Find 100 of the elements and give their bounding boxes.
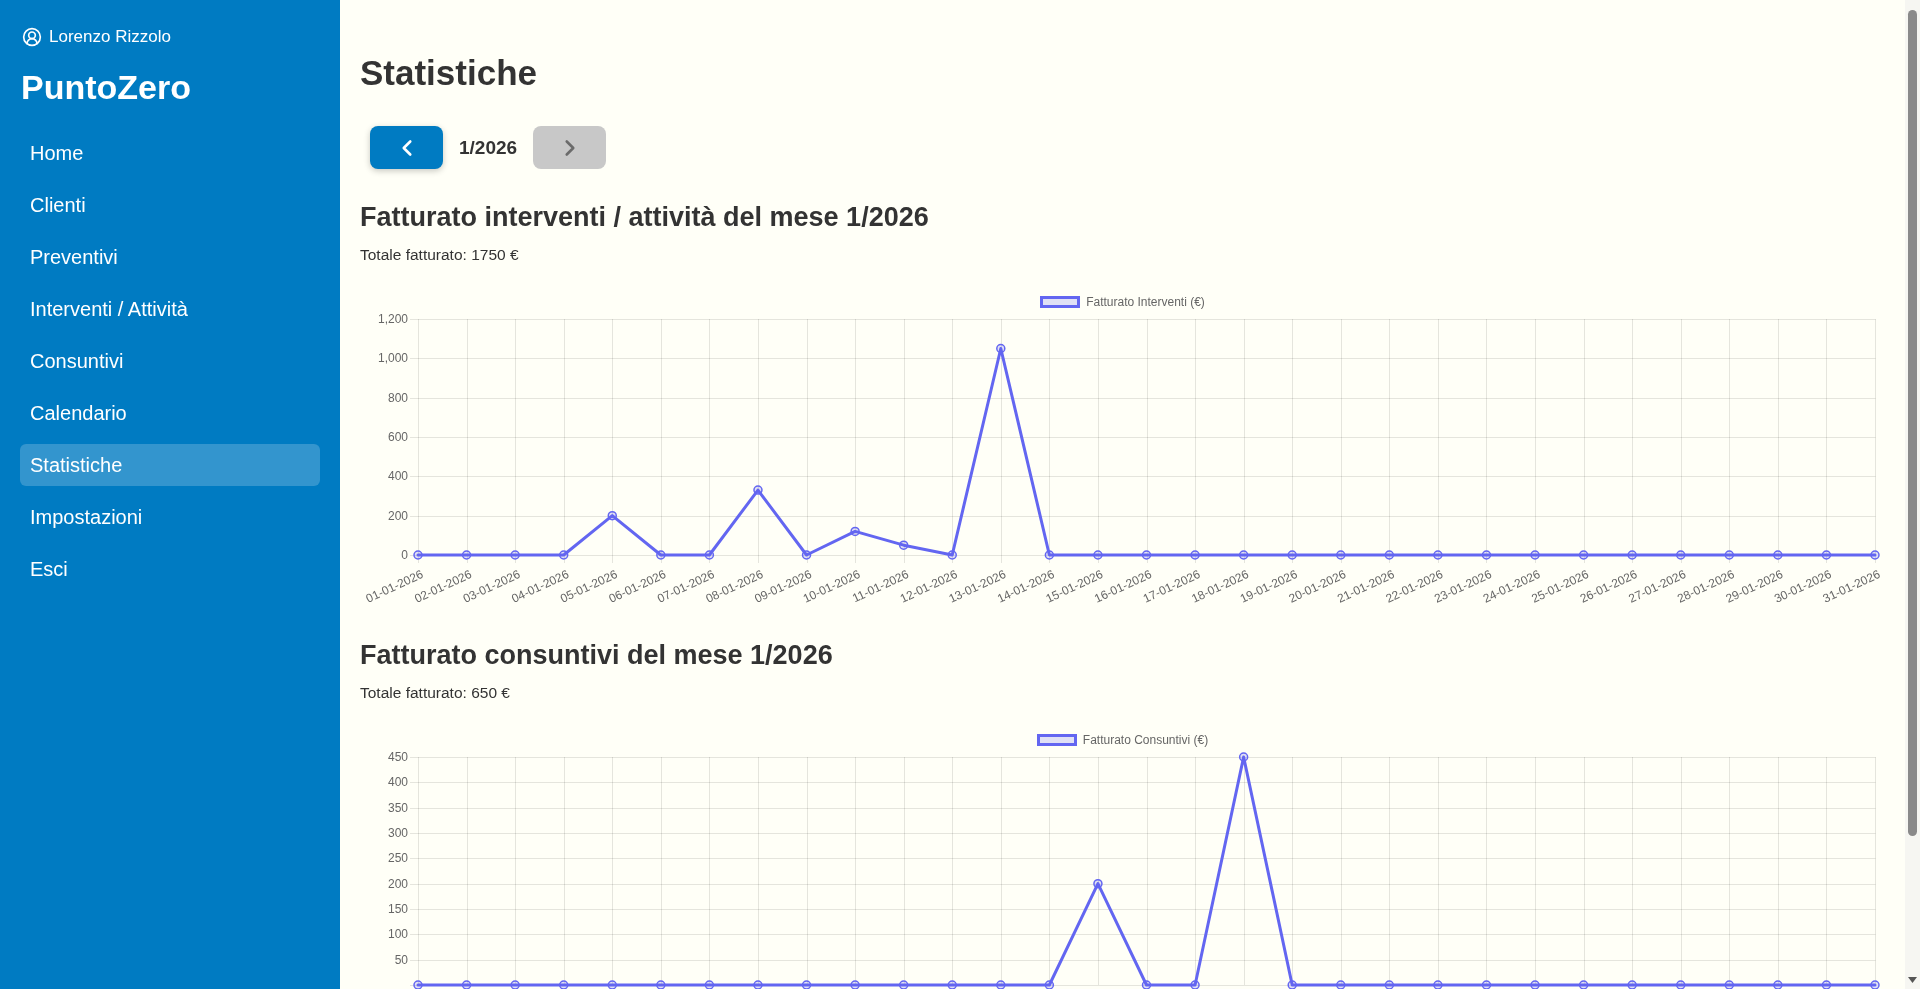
y-axis-label: 400 bbox=[387, 775, 408, 790]
data-point bbox=[1238, 550, 1249, 560]
month-label: 1/2026 bbox=[459, 136, 518, 159]
data-point bbox=[996, 343, 1006, 354]
data-point bbox=[510, 980, 520, 989]
data-point bbox=[656, 980, 666, 989]
data-point bbox=[1287, 980, 1297, 989]
data-point bbox=[947, 980, 957, 989]
legend-swatch-icon bbox=[1036, 734, 1077, 746]
data-point bbox=[1870, 550, 1880, 560]
y-axis-label: 1,000 bbox=[377, 351, 408, 366]
legend-swatch-icon bbox=[1040, 296, 1081, 308]
data-point bbox=[1433, 980, 1443, 989]
data-point bbox=[510, 550, 520, 560]
data-point bbox=[801, 980, 812, 989]
data-point bbox=[607, 980, 617, 989]
nav-item[interactable]: Interventi / Attività bbox=[20, 288, 320, 330]
data-point bbox=[1578, 980, 1589, 989]
scroll-down-icon[interactable] bbox=[1908, 977, 1917, 983]
data-point bbox=[1627, 550, 1637, 560]
data-point bbox=[947, 550, 957, 560]
data-point bbox=[1724, 980, 1735, 989]
data-point bbox=[1724, 550, 1735, 560]
data-point bbox=[1530, 550, 1540, 560]
nav-item[interactable]: Consuntivi bbox=[20, 340, 320, 382]
nav-item[interactable]: Calendario bbox=[20, 392, 320, 434]
data-point bbox=[1044, 550, 1055, 560]
nav-item[interactable]: Preventivi bbox=[20, 236, 320, 278]
data-point bbox=[704, 550, 715, 560]
data-point bbox=[1384, 550, 1395, 560]
y-axis-label: 200 bbox=[387, 876, 408, 891]
data-point bbox=[1141, 980, 1152, 989]
data-point bbox=[558, 550, 569, 560]
data-point bbox=[1578, 550, 1589, 560]
data-point bbox=[1093, 550, 1103, 560]
y-axis-label: 150 bbox=[387, 902, 408, 916]
previous-month-button[interactable] bbox=[370, 126, 443, 169]
scrollbar-thumb[interactable] bbox=[1908, 10, 1917, 836]
data-point bbox=[1190, 980, 1200, 989]
legend-label: Fatturato Interventi (€) bbox=[1086, 295, 1205, 309]
data-point bbox=[753, 485, 763, 495]
data-point bbox=[1676, 980, 1686, 989]
data-point bbox=[1773, 550, 1783, 560]
data-point bbox=[1773, 980, 1783, 989]
data-point bbox=[1627, 980, 1637, 989]
data-point bbox=[850, 526, 860, 537]
nav-item[interactable]: Home bbox=[20, 132, 320, 174]
nav-item[interactable]: Statistiche bbox=[20, 444, 320, 486]
data-point bbox=[656, 550, 666, 560]
y-axis-label: 0 bbox=[401, 548, 408, 562]
data-point bbox=[801, 550, 812, 560]
data-point bbox=[413, 980, 423, 989]
data-point bbox=[1336, 980, 1346, 989]
section-title: Fatturato consuntivi del mese 1/2026 bbox=[360, 639, 833, 671]
legend-label: Fatturato Consuntivi (€) bbox=[1082, 733, 1209, 747]
data-point bbox=[1141, 550, 1152, 560]
data-point bbox=[753, 980, 763, 989]
y-axis-label: 1,200 bbox=[377, 312, 408, 326]
data-point bbox=[558, 980, 569, 989]
page-title: Statistiche bbox=[360, 52, 537, 94]
scrollbar-track[interactable] bbox=[1905, 0, 1920, 989]
data-point bbox=[1821, 980, 1832, 989]
y-axis-label: 300 bbox=[387, 826, 408, 840]
data-point bbox=[1530, 980, 1540, 989]
data-point bbox=[898, 980, 909, 989]
data-point bbox=[850, 980, 860, 989]
data-point bbox=[461, 980, 472, 989]
y-axis-label: 400 bbox=[387, 469, 408, 484]
data-point bbox=[1481, 980, 1492, 989]
data-point bbox=[461, 550, 472, 560]
total-text: Totale fatturato: 650 € bbox=[360, 683, 510, 703]
data-point bbox=[1384, 980, 1395, 989]
nav-item[interactable]: Esci bbox=[20, 548, 320, 590]
y-axis-label: 450 bbox=[387, 750, 408, 764]
user-icon bbox=[22, 27, 42, 47]
data-point bbox=[1870, 980, 1880, 989]
data-point bbox=[1481, 550, 1492, 560]
data-point bbox=[1044, 980, 1055, 989]
data-point bbox=[704, 980, 715, 989]
nav-item[interactable]: Clienti bbox=[20, 184, 320, 226]
data-point bbox=[996, 980, 1006, 989]
data-point bbox=[1821, 550, 1832, 560]
data-point bbox=[1433, 550, 1443, 560]
y-axis-label: 350 bbox=[387, 800, 408, 815]
data-point bbox=[607, 510, 617, 521]
y-axis-label: 100 bbox=[387, 927, 408, 942]
nav-item[interactable]: Impostazioni bbox=[20, 496, 320, 538]
data-point bbox=[898, 540, 909, 550]
brand-name: PuntoZero bbox=[20, 67, 191, 107]
data-point bbox=[413, 550, 423, 560]
y-axis-label: 200 bbox=[387, 508, 408, 523]
user-name: Lorenzo Rizzolo bbox=[49, 26, 171, 48]
total-text: Totale fatturato: 1750 € bbox=[360, 245, 519, 265]
data-point bbox=[1287, 550, 1297, 560]
data-point bbox=[1336, 550, 1346, 560]
y-axis-label: 50 bbox=[394, 952, 408, 967]
y-axis-label: 250 bbox=[387, 851, 408, 866]
data-point bbox=[1238, 752, 1249, 762]
data-point bbox=[1190, 550, 1200, 560]
data-point bbox=[1676, 550, 1686, 560]
